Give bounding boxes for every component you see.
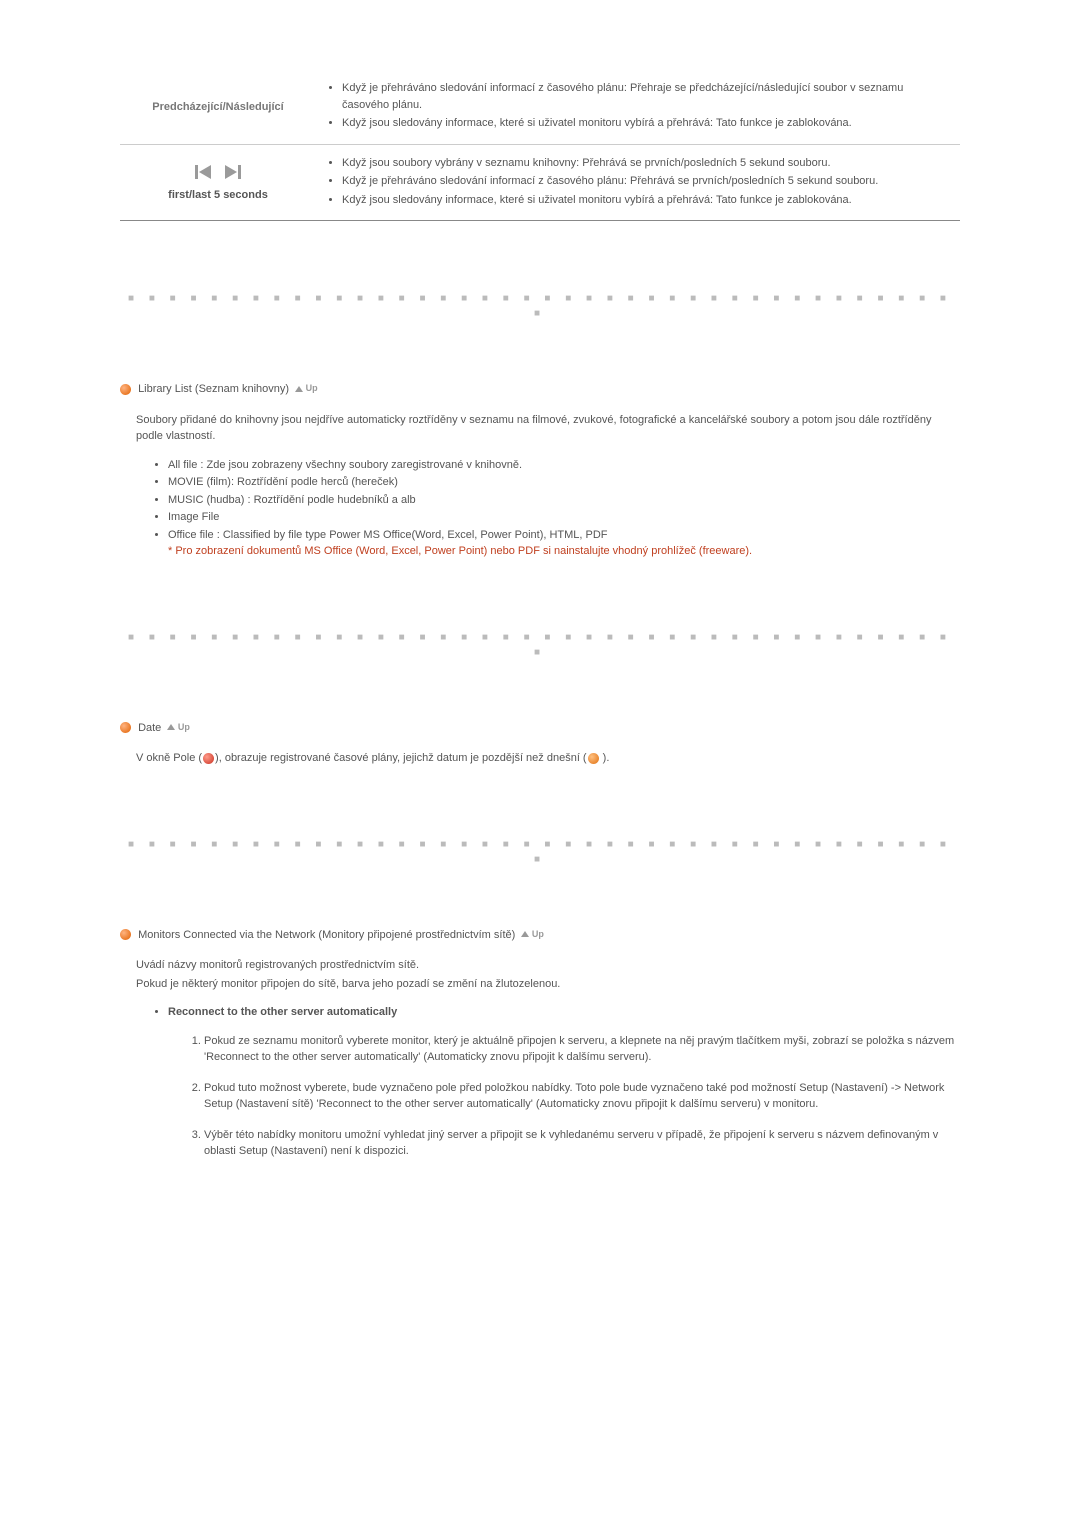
li-music: MUSIC (hudba) : Roztřídění podle hudební… (168, 492, 960, 509)
up-arrow-icon (167, 724, 175, 730)
row2-item2: Když je přehráváno sledování informací z… (342, 173, 952, 190)
li-allfile: All file : Zde jsou zobrazeny všechny so… (168, 457, 960, 474)
date-title: Date (138, 722, 161, 734)
bullet-icon (120, 384, 131, 395)
up-link[interactable]: Up (295, 383, 318, 393)
library-heading: Library List (Seznam knihovny) Up (120, 381, 960, 398)
separator: ■ ■ ■ ■ ■ ■ ■ ■ ■ ■ ■ ■ ■ ■ ■ ■ ■ ■ ■ ■ … (120, 630, 960, 660)
date-post: ). (600, 752, 610, 764)
li-office: Office file : Classified by file type Po… (168, 527, 960, 560)
up-text: Up (532, 929, 544, 939)
orange-dot-icon (588, 753, 599, 764)
up-link[interactable]: Up (521, 929, 544, 939)
monitors-heading: Monitors Connected via the Network (Moni… (120, 927, 960, 944)
library-title: Library List (Seznam knihovny) (138, 383, 289, 395)
up-text: Up (178, 722, 190, 732)
row-firstlast-desc: Když jsou soubory vybrány v seznamu knih… (316, 145, 960, 221)
row-prev-next-label: Predcházející/Následující (120, 70, 316, 144)
up-arrow-icon (295, 386, 303, 392)
li-movie: MOVIE (film): Roztřídění podle herců (he… (168, 474, 960, 491)
li-image: Image File (168, 509, 960, 526)
monitors-p1: Uvádí názvy monitorů registrovaných pros… (136, 957, 960, 974)
skip-icon (193, 161, 243, 183)
up-link[interactable]: Up (167, 722, 190, 732)
date-pre: V okně Pole ( (136, 752, 202, 764)
monitors-title: Monitors Connected via the Network (Moni… (138, 929, 515, 941)
playback-table: Predcházející/Následující Když je přehrá… (120, 70, 960, 221)
monitors-p2: Pokud je některý monitor připojen do sít… (136, 976, 960, 993)
row-prev-next-desc: Když je přehráváno sledování informací z… (316, 70, 960, 144)
step-1: Pokud ze seznamu monitorů vyberete monit… (204, 1033, 960, 1066)
bullet-icon (120, 929, 131, 940)
up-arrow-icon (521, 931, 529, 937)
library-list: All file : Zde jsou zobrazeny všechny so… (136, 457, 960, 560)
date-body: V okně Pole ( ), obrazuje registrované ča… (136, 750, 960, 767)
row-firstlast-text: first/last 5 seconds (128, 187, 308, 204)
reconnect-heading: Reconnect to the other server automatica… (168, 1004, 960, 1021)
separator: ■ ■ ■ ■ ■ ■ ■ ■ ■ ■ ■ ■ ■ ■ ■ ■ ■ ■ ■ ■ … (120, 291, 960, 321)
row1-item1: Když je přehráváno sledování informací z… (342, 80, 952, 113)
office-warning: * Pro zobrazení dokumentů MS Office (Wor… (168, 545, 752, 557)
step-3: Výběr této nabídky monitoru umožní vyhle… (204, 1127, 960, 1160)
li-office-text: Office file : Classified by file type Po… (168, 529, 608, 541)
row1-item2: Když jsou sledovány informace, které si … (342, 115, 952, 132)
separator: ■ ■ ■ ■ ■ ■ ■ ■ ■ ■ ■ ■ ■ ■ ■ ■ ■ ■ ■ ■ … (120, 837, 960, 867)
red-dot-icon (203, 753, 214, 764)
up-text: Up (306, 383, 318, 393)
row2-item1: Když jsou soubory vybrány v seznamu knih… (342, 155, 952, 172)
date-heading: Date Up (120, 720, 960, 737)
reconnect-steps: Pokud ze seznamu monitorů vyberete monit… (136, 1033, 960, 1160)
bullet-icon (120, 722, 131, 733)
date-mid: ), obrazuje registrované časové plány, j… (215, 752, 587, 764)
row-firstlast-label: first/last 5 seconds (120, 145, 316, 221)
library-intro: Soubory přidané do knihovny jsou nejdřív… (136, 412, 960, 445)
step-2: Pokud tuto možnost vyberete, bude vyznač… (204, 1080, 960, 1113)
row2-item3: Když jsou sledovány informace, které si … (342, 192, 952, 209)
